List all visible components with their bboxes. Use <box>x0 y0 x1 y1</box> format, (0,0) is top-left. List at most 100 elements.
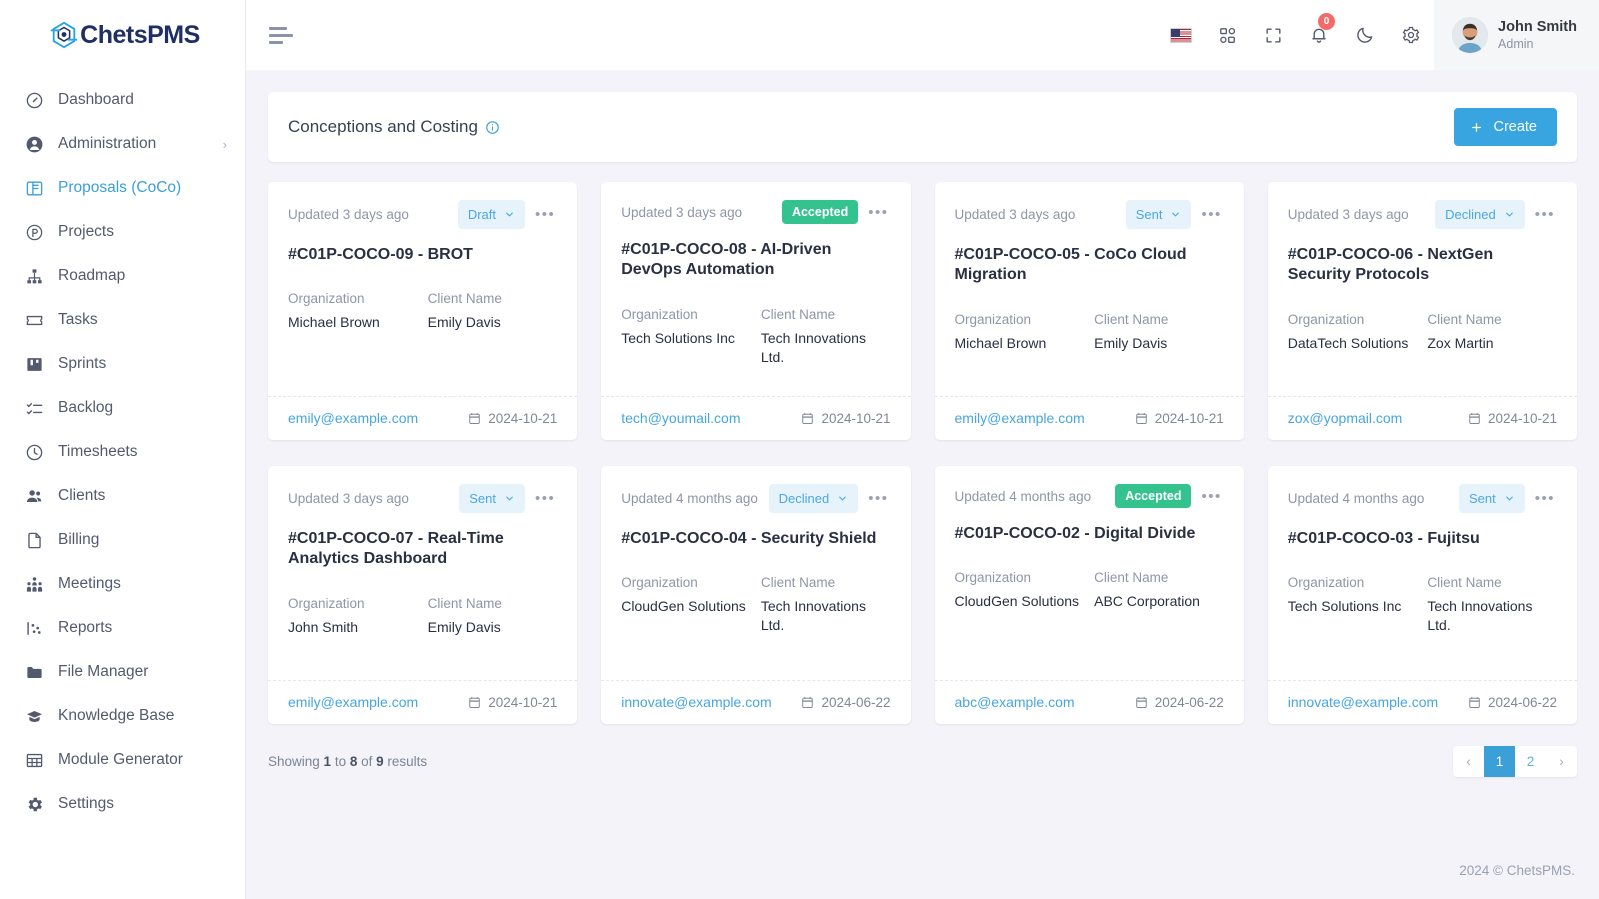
email-link[interactable]: emily@example.com <box>288 694 418 710</box>
card-footer: emily@example.com 2024-10-21 <box>934 396 1244 440</box>
sidebar-item-knowledge-base[interactable]: Knowledge Base <box>0 694 245 738</box>
proposal-card[interactable]: Updated 3 days ago Draft ••• #C01P-COCO-09 … <box>268 182 578 440</box>
card-footer: emily@example.com 2024-10-21 <box>268 396 578 440</box>
email-link[interactable]: zox@yopmail.com <box>1288 410 1403 426</box>
status-badge[interactable]: Sent <box>1125 200 1192 229</box>
ellipsis-icon[interactable]: ••• <box>1199 488 1223 505</box>
sidebar-item-file-manager[interactable]: File Manager <box>0 650 245 694</box>
card-footer: abc@example.com 2024-06-22 <box>934 680 1244 724</box>
hamburger-icon[interactable] <box>266 15 306 55</box>
pagination-page[interactable]: 1 <box>1484 746 1515 777</box>
status-badge[interactable]: Sent <box>459 484 525 513</box>
status-badge[interactable]: Declined <box>768 484 859 513</box>
ellipsis-icon[interactable]: ••• <box>1533 490 1557 507</box>
settings-button[interactable] <box>1388 0 1434 70</box>
sidebar-item-proposals[interactable]: Proposals (CoCo) <box>0 166 245 210</box>
proposal-card[interactable]: Updated 3 days ago Sent ••• #C01P-COCO-05 -… <box>934 182 1244 440</box>
sidebar-item-label: Proposals (CoCo) <box>58 179 182 196</box>
email-link[interactable]: abc@example.com <box>955 694 1075 710</box>
status-badge[interactable]: Accepted <box>1115 484 1192 508</box>
gear-icon <box>1401 25 1421 45</box>
sidebar-item-sprints[interactable]: Sprints <box>0 342 245 386</box>
sidebar-item-tasks[interactable]: Tasks <box>0 298 245 342</box>
sidebar-item-billing[interactable]: Billing <box>0 518 245 562</box>
proposal-card[interactable]: Updated 4 months ago Sent ••• #C01P-COCO-03… <box>1267 466 1577 724</box>
email-link[interactable]: emily@example.com <box>288 410 418 426</box>
brand-logo[interactable]: ChetsPMS <box>0 0 245 70</box>
proposal-card[interactable]: Updated 3 days ago Sent ••• #C01P-COCO-07 -… <box>268 466 578 724</box>
ellipsis-icon[interactable]: ••• <box>866 204 890 221</box>
client-name-value: ABC Corporation <box>1094 593 1200 610</box>
sidebar-item-clients[interactable]: Clients <box>0 474 245 518</box>
sitemap-icon <box>24 266 44 286</box>
status-badge[interactable]: Declined <box>1435 200 1525 229</box>
email-link[interactable]: innovate@example.com <box>621 694 771 710</box>
brand-name: ChetsPMS <box>80 20 200 49</box>
sidebar-item-label: Tasks <box>58 311 98 328</box>
email-link[interactable]: tech@youmail.com <box>621 410 740 426</box>
status-badge[interactable]: Accepted <box>781 200 859 224</box>
apps-grid-icon <box>1218 26 1237 45</box>
ellipsis-icon[interactable]: ••• <box>533 490 557 507</box>
gear-icon <box>24 794 44 814</box>
proposal-card[interactable]: Updated 3 days ago Accepted ••• #C01P-COCO-… <box>601 182 911 440</box>
showing-mid-to: to <box>331 754 350 769</box>
language-selector[interactable] <box>1158 0 1204 70</box>
plus-icon <box>1470 121 1483 134</box>
sidebar-item-module-generator[interactable]: Module Generator <box>0 738 245 782</box>
client-name-label: Client Name <box>1094 311 1169 327</box>
ellipsis-icon[interactable]: ••• <box>866 490 890 507</box>
updated-time: Updated 4 months ago <box>621 491 758 506</box>
apps-grid-button[interactable] <box>1204 0 1250 70</box>
status-badge[interactable]: Sent <box>1458 484 1525 513</box>
date-value: 2024-10-21 <box>821 410 891 426</box>
notifications-button[interactable]: 0 <box>1296 0 1342 70</box>
sidebar-item-meetings[interactable]: Meetings <box>0 562 245 606</box>
moon-icon <box>1355 25 1375 45</box>
create-button[interactable]: Create <box>1454 108 1557 146</box>
email-link[interactable]: emily@example.com <box>955 410 1085 426</box>
organization-label: Organization <box>1287 311 1365 327</box>
showing-prefix: Showing <box>268 754 324 769</box>
proposal-card[interactable]: Updated 3 days ago Declined ••• #C01P-COCO-… <box>1267 182 1577 440</box>
sidebar-item-settings[interactable]: Settings <box>0 782 245 826</box>
organization-label: Organization <box>288 595 365 611</box>
sidebar-item-label: Roadmap <box>58 267 126 284</box>
flag-us-icon <box>1170 27 1193 43</box>
sidebar-item-roadmap[interactable]: Roadmap <box>0 254 245 298</box>
updated-time: Updated 3 days ago <box>288 491 409 506</box>
card-date: 2024-10-21 <box>1468 411 1557 426</box>
organization-value: Tech Solutions Inc <box>1287 598 1402 615</box>
sidebar-item-administration[interactable]: Administration › <box>0 122 245 166</box>
ellipsis-icon[interactable]: ••• <box>1533 206 1557 223</box>
dark-mode-toggle[interactable] <box>1342 0 1388 70</box>
sidebar-item-projects[interactable]: Projects <box>0 210 245 254</box>
card-date: 2024-06-22 <box>1135 695 1224 710</box>
proposal-card[interactable]: Updated 4 months ago Declined ••• #C01P-COC… <box>601 466 911 724</box>
sidebar-item-backlog[interactable]: Backlog <box>0 386 245 430</box>
ellipsis-icon[interactable]: ••• <box>1199 206 1223 223</box>
email-link[interactable]: innovate@example.com <box>1288 694 1438 710</box>
sidebar-item-reports[interactable]: Reports <box>0 606 245 650</box>
speedometer-icon <box>24 90 44 110</box>
info-circle-icon[interactable] <box>485 120 500 135</box>
sidebar-item-timesheets[interactable]: Timesheets <box>0 430 245 474</box>
pagination-prev[interactable]: ‹ <box>1453 746 1484 777</box>
pagination-page[interactable]: 2 <box>1515 746 1546 777</box>
status-label: Sent <box>469 491 496 506</box>
sidebar-item-label: Reports <box>58 619 113 636</box>
sidebar-item-label: Clients <box>58 487 106 504</box>
date-value: 2024-10-21 <box>488 410 558 426</box>
calendar-icon <box>1135 696 1148 709</box>
card-header: Updated 3 days ago Accepted ••• <box>621 200 890 224</box>
page-title: Conceptions and Costing <box>288 117 478 136</box>
pagination-next[interactable]: › <box>1546 746 1577 777</box>
status-label: Sent <box>1468 491 1496 506</box>
sidebar-item-dashboard[interactable]: Dashboard <box>0 78 245 122</box>
user-menu[interactable]: John Smith Admin <box>1434 0 1599 70</box>
fullscreen-button[interactable] <box>1250 0 1296 70</box>
ellipsis-icon[interactable]: ••• <box>533 206 557 223</box>
card-meta: Organization Michael Brown Client Name Emil… <box>288 291 557 332</box>
status-badge[interactable]: Draft <box>457 200 525 229</box>
proposal-card[interactable]: Updated 4 months ago Accepted ••• #C01P-COC… <box>934 466 1244 724</box>
